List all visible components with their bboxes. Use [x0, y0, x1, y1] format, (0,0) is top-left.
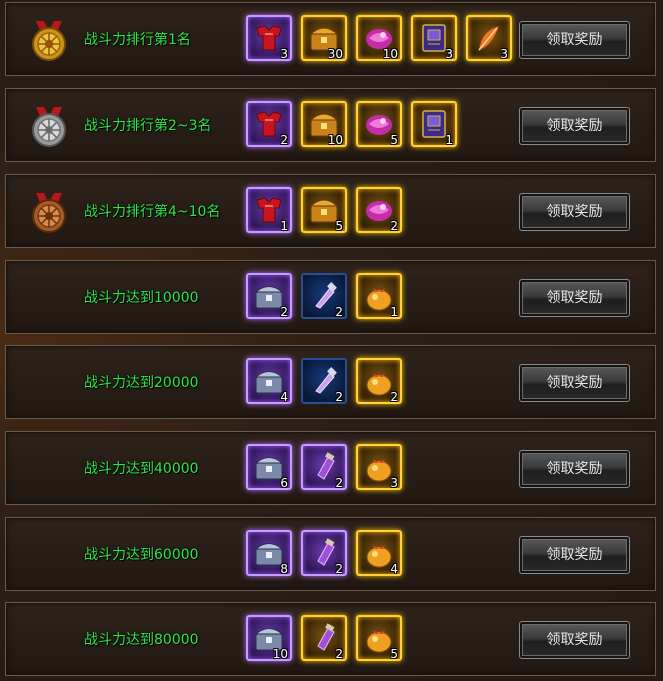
- item-count: 1: [390, 305, 398, 319]
- claim-reward-button[interactable]: 领取奖励: [519, 21, 630, 59]
- item-count: 10: [327, 133, 343, 147]
- item-count: 2: [335, 647, 343, 661]
- reward-item[interactable]: 3: [356, 444, 402, 490]
- item-count: 2: [335, 562, 343, 576]
- reward-title: 战斗力达到40000: [84, 461, 199, 477]
- claim-reward-button[interactable]: 领取奖励: [519, 193, 630, 231]
- item-count: 30: [327, 47, 343, 61]
- reward-title: 战斗力达到60000: [84, 547, 199, 563]
- reward-row-rank-2-3: 战斗力排行第2~3名 2 10 5 1 领取奖励: [5, 88, 656, 162]
- reward-item[interactable]: 4: [246, 358, 292, 404]
- reward-item[interactable]: 10: [246, 615, 292, 661]
- reward-item[interactable]: 5: [301, 187, 347, 233]
- item-count: 10: [382, 47, 398, 61]
- reward-item[interactable]: 8: [246, 530, 292, 576]
- claim-reward-button[interactable]: 领取奖励: [519, 107, 630, 145]
- reward-item[interactable]: 2: [301, 358, 347, 404]
- claim-reward-button[interactable]: 领取奖励: [519, 536, 630, 574]
- item-count: 3: [500, 47, 508, 61]
- claim-reward-button[interactable]: 领取奖励: [519, 621, 630, 659]
- gold-medal-icon: [32, 21, 66, 61]
- item-count: 5: [390, 133, 398, 147]
- reward-title: 战斗力达到20000: [84, 375, 199, 391]
- reward-row-power-80000: 战斗力达到80000 10 2 5 领取奖励: [5, 602, 656, 676]
- reward-item[interactable]: 5: [356, 615, 402, 661]
- item-count: 5: [390, 647, 398, 661]
- reward-item[interactable]: 1: [356, 273, 402, 319]
- reward-row-rank-4-10: 战斗力排行第4~10名 1 5 2 领取奖励: [5, 174, 656, 248]
- item-count: 10: [272, 647, 288, 661]
- item-count: 2: [390, 219, 398, 233]
- reward-item[interactable]: 1: [246, 187, 292, 233]
- reward-item[interactable]: 6: [246, 444, 292, 490]
- reward-row-power-40000: 战斗力达到40000 6 2 3 领取奖励: [5, 431, 656, 505]
- item-count: 2: [280, 305, 288, 319]
- item-count: 8: [280, 562, 288, 576]
- item-count: 1: [445, 133, 453, 147]
- reward-title: 战斗力达到10000: [84, 290, 199, 306]
- reward-item[interactable]: 2: [356, 358, 402, 404]
- reward-item[interactable]: 3: [246, 15, 292, 61]
- reward-item[interactable]: 2: [301, 444, 347, 490]
- item-count: 2: [335, 305, 343, 319]
- reward-item[interactable]: 3: [466, 15, 512, 61]
- reward-item[interactable]: 4: [356, 530, 402, 576]
- item-count: 3: [390, 476, 398, 490]
- item-count: 5: [335, 219, 343, 233]
- silver-medal-icon: [32, 107, 66, 147]
- reward-board: 战斗力排行第1名 3 30 10 3 3 领取奖励 战斗力排行第2~3名 2 1…: [0, 0, 663, 681]
- reward-item[interactable]: 1: [411, 101, 457, 147]
- reward-item[interactable]: 30: [301, 15, 347, 61]
- reward-title: 战斗力排行第2~3名: [84, 118, 212, 134]
- item-count: 6: [280, 476, 288, 490]
- reward-row-power-10000: 战斗力达到10000 2 2 1 领取奖励: [5, 260, 656, 334]
- reward-item[interactable]: 10: [356, 15, 402, 61]
- bronze-medal-icon: [32, 193, 66, 233]
- item-count: 3: [445, 47, 453, 61]
- reward-row-power-20000: 战斗力达到20000 4 2 2 领取奖励: [5, 345, 656, 419]
- item-count: 1: [280, 219, 288, 233]
- reward-item[interactable]: 5: [356, 101, 402, 147]
- item-count: 4: [390, 562, 398, 576]
- reward-row-rank-1: 战斗力排行第1名 3 30 10 3 3 领取奖励: [5, 2, 656, 76]
- reward-item[interactable]: 2: [301, 530, 347, 576]
- claim-reward-button[interactable]: 领取奖励: [519, 364, 630, 402]
- item-count: 2: [390, 390, 398, 404]
- reward-item[interactable]: 3: [411, 15, 457, 61]
- claim-reward-button[interactable]: 领取奖励: [519, 279, 630, 317]
- item-count: 3: [280, 47, 288, 61]
- reward-item[interactable]: 10: [301, 101, 347, 147]
- reward-title: 战斗力排行第1名: [84, 32, 191, 48]
- reward-title: 战斗力达到80000: [84, 632, 199, 648]
- reward-item[interactable]: 2: [301, 615, 347, 661]
- reward-item[interactable]: 2: [301, 273, 347, 319]
- reward-title: 战斗力排行第4~10名: [84, 204, 221, 220]
- item-count: 2: [280, 133, 288, 147]
- claim-reward-button[interactable]: 领取奖励: [519, 450, 630, 488]
- item-count: 2: [335, 390, 343, 404]
- reward-item[interactable]: 2: [246, 273, 292, 319]
- reward-item[interactable]: 2: [246, 101, 292, 147]
- reward-item[interactable]: 2: [356, 187, 402, 233]
- reward-row-power-60000: 战斗力达到60000 8 2 4 领取奖励: [5, 517, 656, 591]
- item-count: 2: [335, 476, 343, 490]
- item-count: 4: [280, 390, 288, 404]
